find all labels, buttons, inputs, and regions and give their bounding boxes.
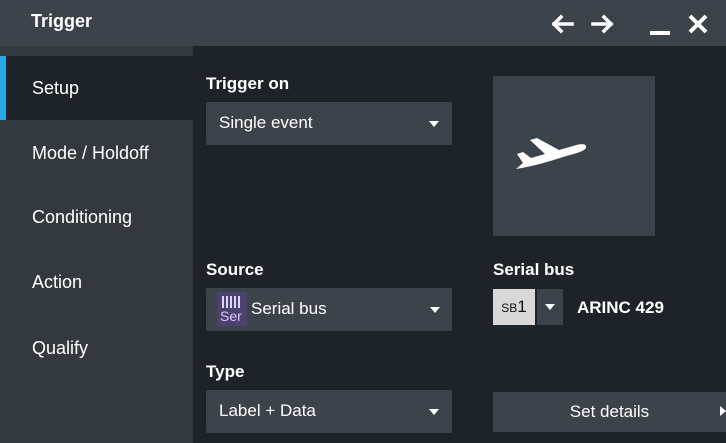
chevron-down-icon	[430, 307, 440, 313]
serial-bus-label: Serial bus	[493, 260, 575, 279]
sidebar: Setup Mode / Holdoff Conditioning Action…	[0, 46, 193, 443]
chevron-down-icon	[429, 121, 439, 127]
source-label: Source	[206, 260, 264, 279]
sidebar-item-conditioning[interactable]: Conditioning	[0, 185, 193, 249]
arrow-left-icon[interactable]	[545, 7, 579, 41]
sidebar-item-label: Setup	[32, 78, 80, 98]
chevron-right-icon	[720, 406, 726, 416]
arrow-right-icon[interactable]	[586, 7, 620, 41]
sidebar-item-label: Action	[32, 272, 83, 292]
serial-bus-icon-label: Ser	[220, 308, 242, 324]
sidebar-item-action[interactable]: Action	[0, 250, 193, 314]
trigger-on-label: Trigger on	[206, 74, 290, 93]
title-bar: Trigger	[0, 0, 726, 46]
source-value: Serial bus	[251, 299, 327, 318]
type-value: Label + Data	[219, 401, 316, 420]
sidebar-item-label: Conditioning	[32, 207, 133, 227]
serial-bus-dropdown[interactable]	[537, 289, 563, 325]
serial-bus-icon: Ser	[217, 292, 247, 326]
type-label: Type	[206, 362, 245, 381]
main-panel: Trigger on Single event Source Ser Seria…	[193, 46, 726, 443]
serial-bus-protocol: ARINC 429	[577, 298, 664, 317]
set-details-label: Set details	[569, 402, 650, 421]
serial-bus-selector: SB1	[493, 289, 563, 325]
close-icon[interactable]	[681, 7, 715, 41]
minimize-icon[interactable]	[643, 7, 677, 41]
sidebar-item-setup[interactable]: Setup	[0, 56, 193, 120]
airplane-icon	[515, 131, 587, 186]
sidebar-item-qualify[interactable]: Qualify	[0, 316, 193, 380]
sidebar-item-mode-holdoff[interactable]: Mode / Holdoff	[0, 121, 193, 185]
serial-bus-chip[interactable]: SB1	[493, 289, 535, 325]
chevron-down-icon	[545, 304, 555, 310]
trigger-preview	[493, 76, 655, 236]
trigger-on-dropdown[interactable]: Single event	[206, 102, 452, 145]
source-dropdown[interactable]: Ser Serial bus	[206, 288, 452, 331]
set-details-button[interactable]: Set details	[493, 392, 726, 432]
sidebar-item-label: Qualify	[32, 338, 89, 358]
chevron-down-icon	[429, 409, 439, 415]
trigger-on-value: Single event	[219, 113, 313, 132]
sidebar-item-label: Mode / Holdoff	[32, 143, 149, 163]
window-title: Trigger	[31, 11, 93, 31]
type-dropdown[interactable]: Label + Data	[206, 390, 452, 433]
serial-wave-icon	[222, 296, 242, 308]
